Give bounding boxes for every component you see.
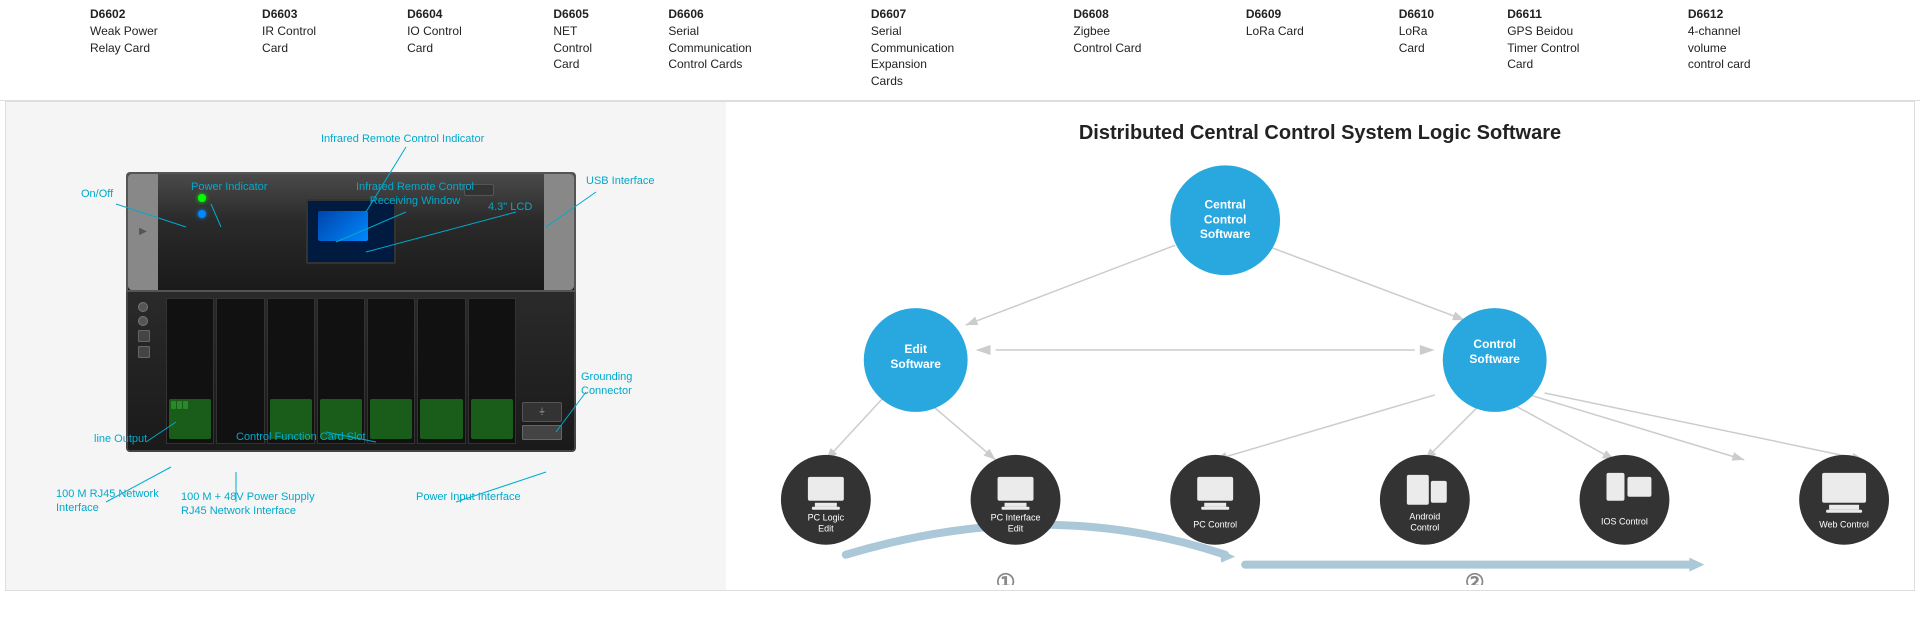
label-power-indicator: Power Indicator [191, 180, 267, 194]
rj45-small-2 [138, 346, 150, 358]
model-d6608: D6608ZigbeeControl Card [1063, 4, 1235, 92]
slot-2 [216, 298, 264, 444]
model-d6611: D6611GPS BeidouTimer ControlCard [1497, 4, 1678, 92]
pin [177, 401, 182, 409]
model-d6607: D6607SerialCommunicationExpansionCards [861, 4, 1064, 92]
model-d6612: D66124-channelvolumecontrol card [1678, 4, 1840, 92]
svg-text:Edit: Edit [1008, 524, 1024, 534]
svg-text:PC Control: PC Control [1193, 520, 1237, 530]
right-connectors: ⏚ [518, 298, 568, 444]
svg-text:IOS Control: IOS Control [1601, 517, 1648, 527]
rack-ear-right [544, 174, 574, 290]
rack-unit-bottom: ⏚ [126, 292, 576, 452]
label-power-input: Power Input Interface [416, 490, 521, 504]
pin [183, 401, 188, 409]
slot-4 [317, 298, 365, 444]
label-control-slot: Control Function Card Slot [236, 430, 366, 444]
label-rj45-100m: 100 M RJ45 NetworkInterface [56, 487, 159, 516]
slot-1 [166, 298, 214, 444]
model-d6606: D6606SerialCommunicationControl Cards [658, 4, 861, 92]
green-connector-6 [420, 399, 462, 439]
led-ir [198, 210, 206, 218]
power-input-visual [522, 425, 562, 440]
hardware-diagram-panel: ▶ [6, 102, 726, 590]
svg-text:Central: Central [1205, 197, 1246, 211]
audio-port-1 [138, 302, 148, 312]
card-slots-container: ⏚ [134, 298, 568, 444]
pin [171, 401, 176, 409]
label-power-supply: 100 M + 48V Power SupplyRJ45 Network Int… [181, 490, 315, 519]
slot-7 [468, 298, 516, 444]
rack-ear-left: ▶ [128, 174, 158, 290]
svg-text:Web Control: Web Control [1819, 520, 1869, 530]
model-d6602: D6602Weak PowerRelay Card [80, 4, 252, 92]
label-usb: USB Interface [586, 174, 654, 188]
top-table-section: D6602Weak PowerRelay Card D6603IR Contro… [0, 0, 1920, 101]
label-grounding: GroundingConnector [581, 370, 632, 399]
expansion-slots [166, 298, 516, 444]
slot-3 [267, 298, 315, 444]
svg-text:Software: Software [890, 357, 941, 371]
green-connector-7 [471, 399, 513, 439]
hw-diagram: ▶ [26, 112, 706, 572]
node-ios [1580, 455, 1670, 545]
label-lcd: 4.3" LCD [488, 200, 532, 214]
slot-5 [367, 298, 415, 444]
arrow-label-1: ① [996, 570, 1016, 585]
lcd-display [306, 199, 396, 264]
model-d6610: D6610LoRaCard [1389, 4, 1497, 92]
label-ir-window: Infrared Remote ControlReceiving Window [356, 180, 474, 209]
svg-text:PC Logic: PC Logic [808, 513, 845, 523]
green-connector-1 [169, 399, 211, 439]
model-d6609: D6609LoRa Card [1236, 4, 1389, 92]
led-indicators [198, 194, 206, 218]
model-d6604: D6604IO ControlCard [397, 4, 543, 92]
grounding-connector-visual: ⏚ [522, 402, 562, 422]
svg-text:Software: Software [1200, 227, 1251, 241]
label-ir-indicator: Infrared Remote Control Indicator [321, 132, 484, 146]
model-d6605: D6605NETControlCard [543, 4, 658, 92]
model-d6603: D6603IR ControlCard [252, 4, 397, 92]
svg-text:Control: Control [1410, 523, 1439, 533]
svg-text:Edit: Edit [818, 524, 834, 534]
svg-text:Software: Software [1469, 352, 1520, 366]
svg-text:Edit: Edit [904, 342, 927, 356]
svg-text:PC Interface: PC Interface [991, 513, 1041, 523]
svg-text:Control: Control [1204, 212, 1247, 226]
logic-svg: ① ② [746, 165, 1894, 585]
green-connector-5 [370, 399, 412, 439]
rj45-small-1 [138, 330, 150, 342]
svg-text:Android: Android [1409, 512, 1440, 522]
slot-6 [417, 298, 465, 444]
label-on-off: On/Off [81, 187, 113, 201]
main-diagram-section: ▶ [5, 101, 1915, 591]
led-power [198, 194, 206, 202]
arrow-label-2: ② [1465, 570, 1485, 585]
audio-port-2 [138, 316, 148, 326]
logic-diagram-panel: Distributed Central Control System Logic… [726, 102, 1914, 590]
svg-text:Control: Control [1473, 337, 1516, 351]
audio-ports [134, 298, 164, 444]
diagram-title: Distributed Central Control System Logic… [746, 122, 1894, 145]
label-line-output: line Output [94, 432, 147, 446]
